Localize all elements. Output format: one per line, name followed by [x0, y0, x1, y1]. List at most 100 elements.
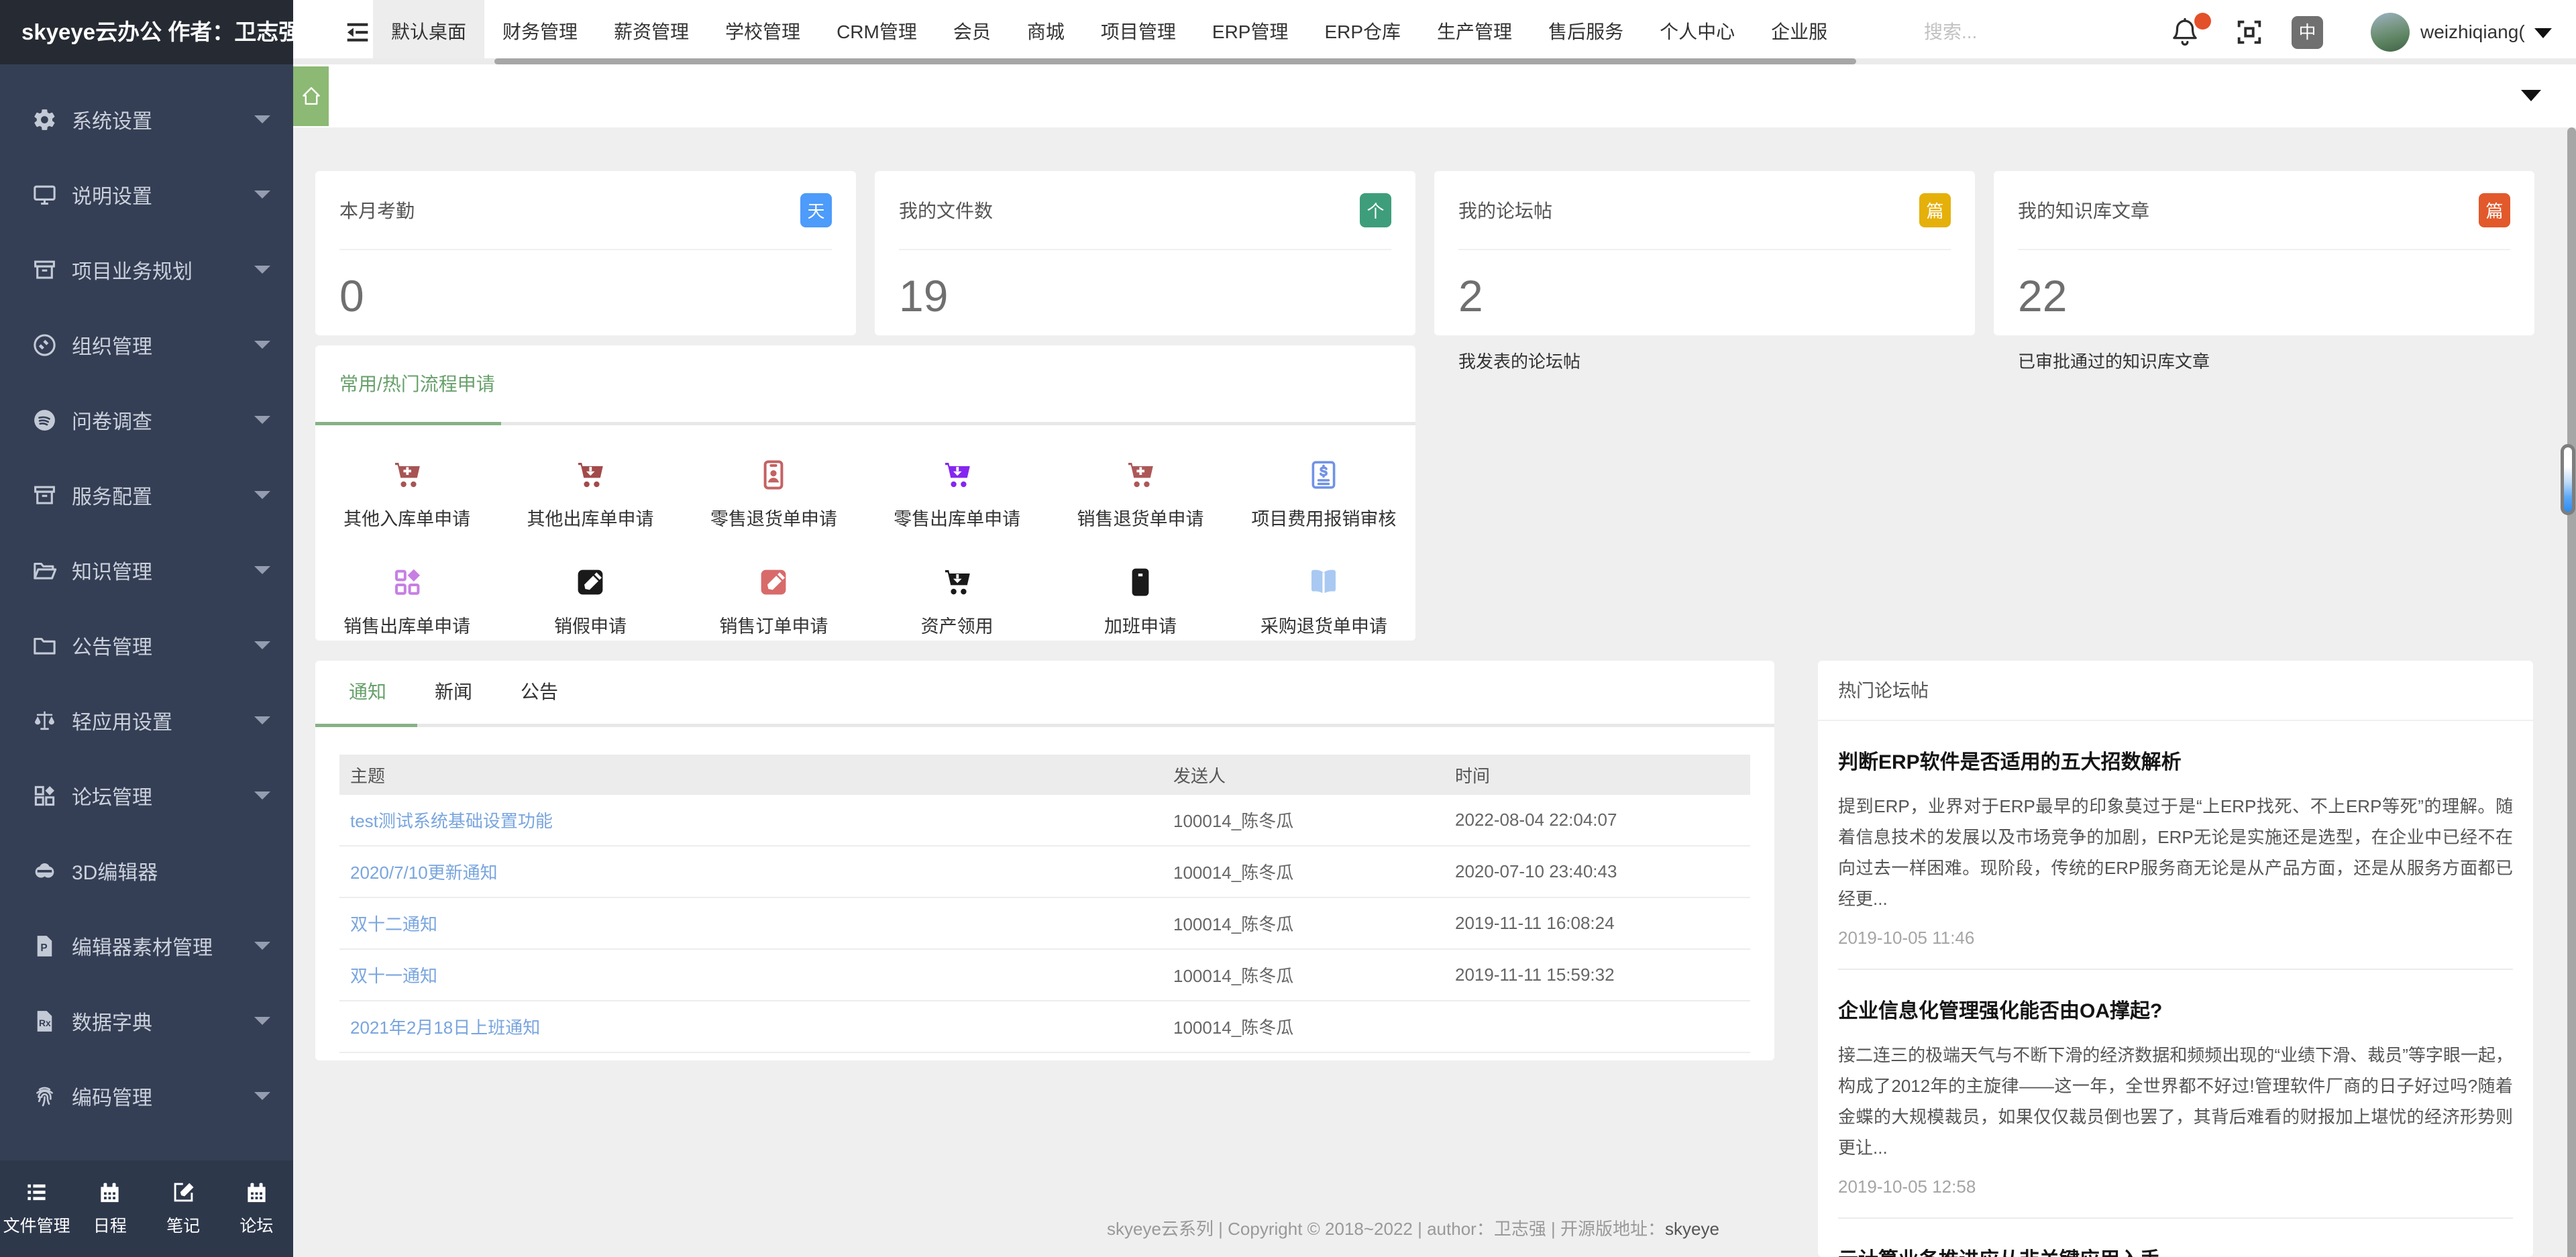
sidebar-item[interactable]: 轻应用设置 [0, 683, 293, 758]
flow-shortcut-label: 销售退货单申请 [1077, 508, 1204, 529]
notice-tab[interactable]: 新闻 [435, 661, 472, 724]
notice-sender: 100014_陈冬瓜 [1173, 863, 1294, 883]
menu-fold-icon[interactable] [342, 17, 373, 48]
pen-filled-icon [574, 566, 606, 598]
flow-shortcut[interactable]: 销假申请 [498, 548, 682, 655]
top-menu-item[interactable]: 个人中心 [1642, 0, 1753, 64]
notice-subject-link[interactable]: 2020/7/10更新通知 [350, 863, 498, 883]
sidebar-item[interactable]: Rx 数据字典 [0, 983, 293, 1058]
notifications-bell-icon[interactable] [2169, 13, 2211, 48]
notice-subject-link[interactable]: test测试系统基础设置功能 [350, 811, 553, 831]
flow-shortcut-label: 销售订单申请 [719, 616, 828, 637]
stat-card-badge: 篇 [1919, 193, 1951, 227]
sidebar-item[interactable]: 组织管理 [0, 307, 293, 382]
sidebar-item[interactable]: 项目业务规划 [0, 232, 293, 307]
sidebar-menu: 系统设置 说明设置 项目业务规划 组织管理问卷调查服务配置知识管理公告管理 轻应用设置论… [0, 64, 293, 1134]
notice-table-header: 主题 发送人 时间 [339, 755, 1750, 795]
notice-subject-link[interactable]: 双十一通知 [350, 966, 437, 986]
notice-table-body: test测试系统基础设置功能 100014_陈冬瓜 2022-08-04 22:04… [339, 795, 1750, 1053]
search-input[interactable]: 搜索... [1924, 0, 2139, 64]
chevron-down-icon [254, 566, 270, 574]
svg-text:Rx: Rx [39, 1018, 51, 1028]
fingerprint-icon [32, 1084, 57, 1109]
sidebar-item[interactable]: P 编辑器素材管理 [0, 908, 293, 983]
flow-shortcut[interactable]: 加班申请 [1049, 548, 1232, 655]
notice-subject-link[interactable]: 2021年2月18日上班通知 [350, 1018, 540, 1038]
forum-post-title[interactable]: 云计算业务推进应从非关键应用入手 [1838, 1243, 2513, 1257]
flow-shortcut[interactable]: 销售订单申请 [682, 548, 865, 655]
quickbar-item[interactable]: 论坛 [220, 1160, 293, 1257]
flow-shortcut[interactable]: 销售出库单申请 [315, 548, 498, 655]
top-menu-item[interactable]: ERP管理 [1194, 0, 1307, 64]
flow-panel: 常用/热门流程申请 其他入库单申请 其他出库单申请 零售退货单申请 零售出库单申请 销售… [315, 345, 1415, 641]
avatar[interactable] [2371, 13, 2410, 52]
forum-post-title[interactable]: 企业信息化管理强化能否由OA撑起? [1838, 994, 2513, 1024]
vertical-scrollbar-track[interactable] [2567, 127, 2576, 1257]
sidebar-item[interactable]: 3D编辑器 [0, 833, 293, 908]
sidebar-item[interactable]: 公告管理 [0, 608, 293, 683]
top-menu-item[interactable]: 默认桌面 [373, 0, 485, 64]
notice-subject-link[interactable]: 双十二通知 [350, 914, 437, 934]
cart-plus-icon [391, 459, 423, 491]
top-menu-item[interactable]: 商城 [1009, 0, 1083, 64]
tab-list-caret-icon[interactable] [2521, 90, 2541, 101]
top-menu-item[interactable]: 售后服务 [1530, 0, 1642, 64]
notice-tab[interactable]: 通知 [349, 661, 386, 724]
quickbar-item[interactable]: 笔记 [147, 1160, 220, 1257]
notice-table-row: 双十一通知 100014_陈冬瓜 2019-11-11 15:59:32 [339, 950, 1750, 1001]
top-menu-item[interactable]: 财务管理 [484, 0, 596, 64]
quickbar-item[interactable]: 日程 [73, 1160, 146, 1257]
flow-shortcut-label: 资产领用 [920, 616, 994, 637]
top-menu-item[interactable]: 会员 [935, 0, 1009, 64]
flow-shortcut[interactable]: 零售出库单申请 [865, 441, 1049, 548]
top-menu-item[interactable]: ERP仓库 [1306, 0, 1419, 64]
forum-post-title[interactable]: 判断ERP软件是否适用的五大招数解析 [1838, 745, 2513, 775]
fullscreen-icon[interactable] [2234, 17, 2265, 48]
vertical-scrollbar-thumb[interactable] [2561, 444, 2575, 515]
footer-link[interactable]: skyeye [1665, 1219, 1719, 1239]
cart-down-icon [574, 459, 606, 491]
notice-sender: 100014_陈冬瓜 [1173, 1018, 1294, 1038]
sidebar-item[interactable]: 系统设置 [0, 82, 293, 157]
user-caret-icon[interactable] [2534, 28, 2552, 38]
sidebar-item[interactable]: 论坛管理 [0, 758, 293, 833]
forum-panel: 热门论坛帖 判断ERP软件是否适用的五大招数解析 提到ERP，业界对于ERP最早的… [1818, 661, 2533, 1257]
quickbar-item[interactable]: 文件管理 [0, 1160, 73, 1257]
sidebar-item[interactable]: 问卷调查 [0, 382, 293, 457]
sidebar-item[interactable]: 服务配置 [0, 457, 293, 533]
archive-icon [32, 258, 57, 282]
top-menu-item[interactable]: CRM管理 [818, 0, 935, 64]
flow-shortcut[interactable]: 销售退货单申请 [1049, 441, 1232, 548]
top-menu-scrollbar-thumb[interactable] [494, 58, 1856, 64]
flow-shortcut[interactable]: 其他出库单申请 [498, 441, 682, 548]
top-menu-item[interactable]: 学校管理 [707, 0, 818, 64]
svg-text:P: P [40, 942, 47, 954]
top-menu-item[interactable]: 企业服 [1753, 0, 1845, 64]
notice-table-row: 双十二通知 100014_陈冬瓜 2019-11-11 16:08:24 [339, 898, 1750, 950]
sidebar-item[interactable]: 编码管理 [0, 1058, 293, 1134]
flow-shortcut[interactable]: 项目费用报销审核 [1232, 441, 1415, 548]
top-menu-item[interactable]: 项目管理 [1083, 0, 1194, 64]
home-tab-button[interactable] [293, 66, 329, 126]
flow-shortcut[interactable]: 零售退货单申请 [682, 441, 865, 548]
sidebar-item[interactable]: 知识管理 [0, 533, 293, 608]
notice-tab-underline [315, 724, 1774, 727]
notice-tab[interactable]: 公告 [521, 661, 558, 724]
sidebar-item-label: 问卷调查 [72, 411, 152, 433]
user-menu[interactable]: weizhiqiang( [2420, 0, 2525, 64]
chevron-down-icon [254, 942, 270, 950]
sidebar-item[interactable]: 说明设置 [0, 157, 293, 232]
top-menu-item[interactable]: 生产管理 [1419, 0, 1530, 64]
stat-card-title: 我的论坛帖 [1458, 201, 1553, 221]
flow-shortcut[interactable]: 采购退货单申请 [1232, 548, 1415, 655]
top-menu-item[interactable]: 薪资管理 [596, 0, 707, 64]
flow-shortcut[interactable]: 其他入库单申请 [315, 441, 498, 548]
language-icon[interactable]: 中 [2292, 16, 2323, 49]
flow-shortcut[interactable]: 资产领用 [865, 548, 1049, 655]
sidebar-item-label: 知识管理 [72, 561, 152, 584]
notice-time: 2022-08-04 22:04:07 [1455, 810, 1617, 830]
app-logo: skyeye云办公 作者：卫志强 [0, 0, 293, 64]
sidebar-item-label: 数据字典 [72, 1012, 152, 1034]
chevron-down-icon [254, 115, 270, 123]
chevron-down-icon [254, 1017, 270, 1025]
